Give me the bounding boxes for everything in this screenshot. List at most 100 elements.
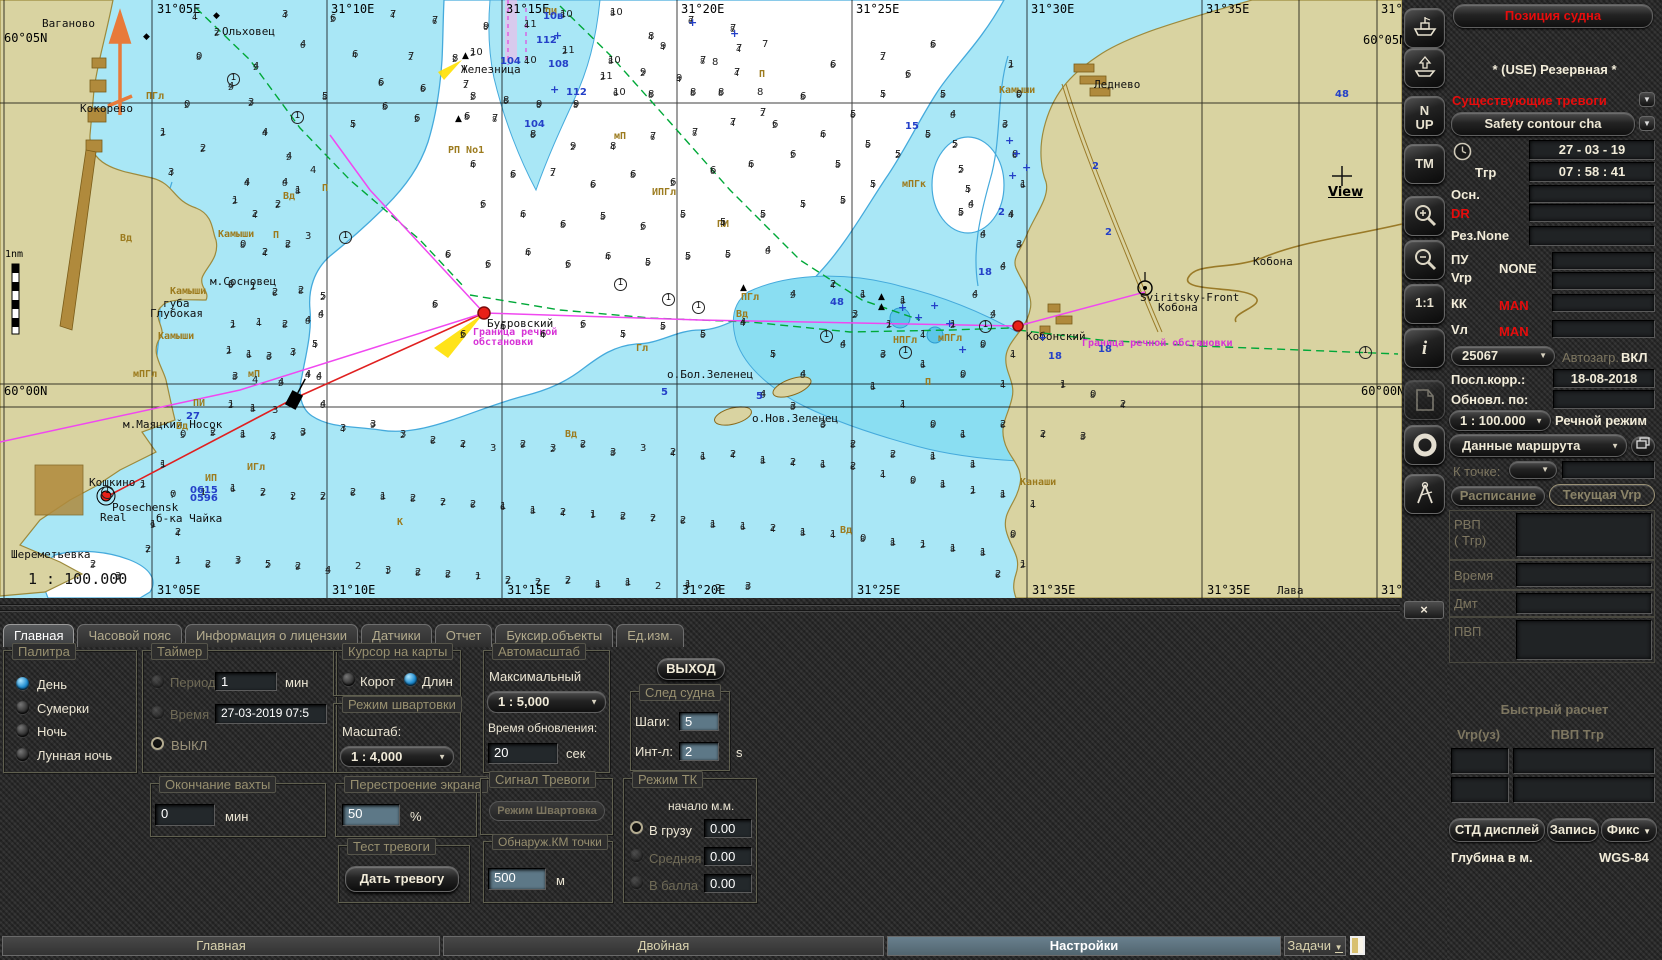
quick-calc-cell[interactable]	[1513, 777, 1655, 803]
main-position-value	[1529, 185, 1655, 203]
last-correction-label: Посл.корр.:	[1451, 372, 1525, 387]
quick-calc-cell[interactable]	[1513, 748, 1655, 774]
track-steps-input[interactable]: 5	[679, 712, 719, 731]
event-ring-button[interactable]	[1404, 425, 1445, 465]
current-vrp-button[interactable]: Текущая Vrp	[1549, 484, 1655, 506]
cursor-short-label: Корот	[360, 674, 395, 689]
info-button[interactable]: i	[1404, 328, 1445, 368]
tk-ballast-radio[interactable]	[630, 876, 643, 889]
timer-off-radio[interactable]	[151, 737, 164, 750]
timer-period-input[interactable]: 1	[215, 672, 277, 691]
palette-moon-radio[interactable]	[16, 748, 29, 761]
pu-none-value: NONE	[1499, 261, 1537, 276]
panel-grip[interactable]	[0, 604, 1400, 606]
chart-number-dropdown[interactable]: 25067▼	[1451, 346, 1555, 366]
own-ship-button[interactable]	[1404, 8, 1445, 48]
tk-mode-title: Режим ТК	[632, 771, 703, 788]
fix-button[interactable]: Фикс ▼	[1601, 818, 1657, 842]
panel-layout-icon[interactable]	[1350, 936, 1365, 955]
zoom-in-button[interactable]	[1404, 196, 1445, 236]
window-restore-icon	[1636, 437, 1650, 452]
taskbar-main[interactable]: Главная	[2, 936, 440, 956]
taskbar-dual[interactable]: Двойная	[443, 936, 884, 956]
alarm-test-title: Тест тревоги	[347, 838, 436, 855]
tk-medium-radio[interactable]	[630, 849, 643, 862]
safety-dropdown-arrow[interactable]: ▼	[1639, 116, 1655, 131]
vl-man-value: MAN	[1499, 324, 1529, 339]
autoscale-update-input[interactable]: 20	[488, 743, 558, 764]
ship-position-button[interactable]: Позиция судна	[1453, 4, 1653, 28]
pvp-row: ПВП	[1449, 617, 1655, 663]
palette-day-radio[interactable]	[16, 677, 29, 690]
palette-dusk-label: Сумерки	[37, 701, 89, 716]
record-button[interactable]: Запись	[1547, 818, 1599, 842]
route-window-button[interactable]	[1631, 436, 1655, 456]
mooring-mode-button[interactable]: Режим Швартовка	[489, 801, 605, 821]
watch-end-input[interactable]: 0	[155, 804, 215, 826]
palette-dusk-radio[interactable]	[16, 701, 29, 714]
tk-medium-input[interactable]: 0.00	[704, 847, 752, 866]
km-detect-m-label: м	[556, 873, 565, 888]
scale-value: 1 : 100.000	[1460, 413, 1526, 428]
map-toolbar: NUP TM 1:1 i	[1402, 0, 1447, 598]
chart-map[interactable]: 31°05Е31°10Е31°15Е31°20Е31°25Е31°30Е31°3…	[0, 0, 1402, 598]
cursor-long-radio[interactable]	[404, 673, 417, 686]
zoom-out-button[interactable]	[1404, 240, 1445, 280]
pvp-value	[1516, 620, 1652, 660]
timer-period-radio[interactable]	[151, 675, 164, 688]
timer-group: Таймер Период 1 мин Время 27-03-2019 07:…	[142, 650, 337, 773]
panel-grip[interactable]	[0, 610, 1400, 612]
route-data-dropdown[interactable]: Данные маршрута▼	[1449, 434, 1627, 457]
palette-night-label: Ночь	[37, 724, 67, 739]
record-label: Запись	[1550, 822, 1596, 837]
palette-night-radio[interactable]	[16, 724, 29, 737]
schedule-button[interactable]: Расписание	[1451, 486, 1545, 506]
scale-one-to-one-button[interactable]: 1:1	[1404, 284, 1445, 324]
safety-contour-button[interactable]: Safety contour cha	[1451, 112, 1635, 136]
track-interval-input[interactable]: 2	[679, 742, 719, 761]
taskbar-tasks-label: Задачи	[1287, 938, 1331, 953]
watch-end-title: Окончание вахты	[159, 776, 276, 793]
autoload-state: ВКЛ	[1621, 350, 1647, 365]
std-display-button[interactable]: СТД дисплей	[1449, 818, 1545, 842]
tk-loaded-radio[interactable]	[630, 821, 643, 834]
rebuild-input[interactable]: 50	[342, 804, 400, 826]
tk-ballast-input[interactable]: 0.00	[704, 874, 752, 893]
date-display: 27 - 03 - 19	[1529, 140, 1655, 160]
taskbar-tasks[interactable]: Задачи ▼	[1284, 936, 1346, 956]
cursor-short-radio[interactable]	[342, 673, 355, 686]
cursor-title: Курсор на карты	[342, 643, 453, 660]
close-icon: ×	[1420, 602, 1428, 617]
autoscale-dropdown[interactable]: 1 : 5,000▼	[487, 691, 606, 713]
center-ship-button[interactable]	[1404, 48, 1445, 88]
vl-label: Vл	[1451, 322, 1468, 337]
km-detect-input[interactable]: 500	[488, 868, 546, 890]
timer-time-radio[interactable]	[151, 706, 164, 719]
exit-button[interactable]: ВЫХОД	[657, 658, 725, 680]
palette-group: Палитра День Сумерки Ночь Лунная ночь	[3, 650, 137, 773]
mooring-scale-dropdown[interactable]: 1 : 4,000▼	[340, 746, 454, 767]
alarms-dropdown-arrow[interactable]: ▼	[1639, 92, 1655, 107]
erbl-button[interactable]	[1404, 474, 1445, 514]
divider-compass-icon	[1412, 494, 1438, 511]
alarm-signal-title: Сигнал Тревоги	[489, 771, 596, 788]
quick-calc-cell[interactable]	[1451, 777, 1509, 803]
to-point-dropdown[interactable]: ▼	[1509, 461, 1557, 479]
close-panel-button[interactable]: ×	[1404, 601, 1444, 619]
raise-alarm-button[interactable]: Дать тревогу	[345, 866, 459, 892]
autoload-label: Автозагр.	[1562, 350, 1619, 365]
north-up-button[interactable]: NUP	[1404, 96, 1445, 136]
true-motion-button[interactable]: TM	[1404, 144, 1445, 184]
taskbar-settings[interactable]: Настройки	[887, 936, 1281, 956]
timer-time-input[interactable]: 27-03-2019 07:5	[215, 704, 327, 724]
quick-calc-cell[interactable]	[1451, 748, 1509, 774]
track-seconds-label: s	[736, 745, 743, 760]
chart-number-value: 25067	[1462, 348, 1498, 363]
dmt-row: Дмт	[1449, 590, 1655, 617]
tk-loaded-input[interactable]: 0.00	[704, 819, 752, 838]
chart-page-button[interactable]	[1404, 380, 1445, 420]
tab-license-info[interactable]: Информация о лицензии	[185, 624, 358, 647]
nup-label-bottom: UP	[1415, 117, 1433, 132]
tab-units[interactable]: Ед.изм.	[616, 624, 684, 647]
scale-dropdown[interactable]: 1 : 100.000▼	[1449, 410, 1551, 431]
